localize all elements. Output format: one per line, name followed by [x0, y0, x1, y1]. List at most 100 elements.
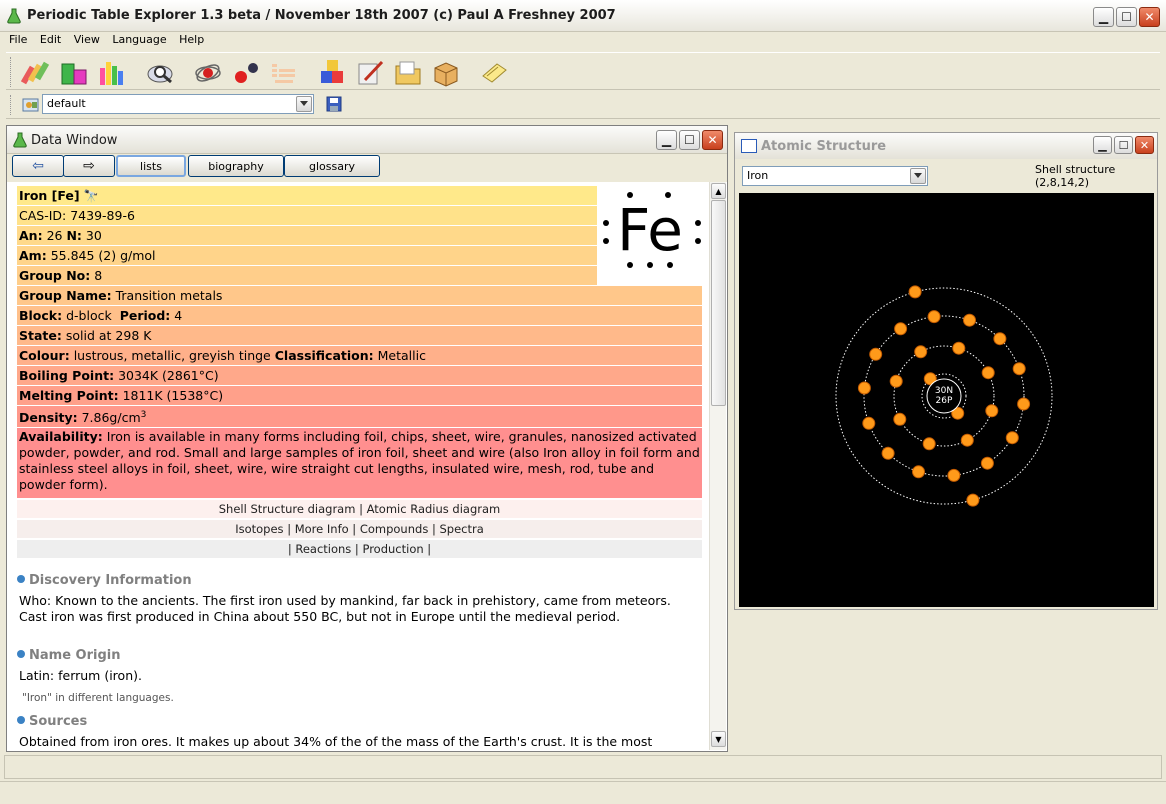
notes-icon[interactable] [478, 57, 510, 89]
main-toolbar [6, 52, 1160, 90]
magnifier-icon[interactable] [144, 57, 176, 89]
data-window: Data Window ▁ ☐ ✕ ⇦ ⇨ lists biography gl… [6, 125, 728, 752]
tab-glossary[interactable]: glossary [284, 155, 380, 177]
reaction-links[interactable]: | Reactions | Production | [17, 540, 702, 558]
flask-icon [7, 8, 21, 24]
molecule-icon[interactable] [230, 57, 262, 89]
save-icon[interactable] [326, 96, 342, 112]
an-value: 26 [46, 228, 63, 243]
close-button[interactable]: ✕ [1139, 7, 1160, 27]
write-icon[interactable] [354, 57, 386, 89]
profile-grip[interactable] [10, 95, 13, 115]
atomic-structure-window: Atomic Structure ▁ ☐ ✕ Iron Shell struct… [734, 132, 1158, 610]
minimize-button[interactable]: ▁ [1093, 7, 1114, 27]
electron [966, 493, 980, 507]
am-label: Am: [19, 248, 47, 263]
state-row: State: solid at 298 K [17, 326, 702, 345]
back-button[interactable]: ⇦ [12, 155, 64, 177]
box-icon[interactable] [430, 57, 462, 89]
forward-button[interactable]: ⇨ [63, 155, 115, 177]
tab-biography[interactable]: biography [188, 155, 284, 177]
chevron-down-icon[interactable] [910, 168, 926, 184]
colour-value: lustrous, metallic, greyish tinge [73, 348, 271, 363]
data-window-nav: ⇦ ⇨ lists biography glossary [7, 154, 727, 182]
arrow-right-icon: ⇨ [83, 158, 95, 174]
profile-select[interactable]: default [42, 94, 314, 114]
cubes-icon[interactable] [316, 57, 348, 89]
data-window-minimize-button[interactable]: ▁ [656, 130, 677, 150]
pencils-icon[interactable] [20, 57, 52, 89]
menu-bar: File Edit View Language Help [0, 32, 1166, 50]
bullet-icon [17, 575, 25, 583]
maximize-icon: ☐ [1121, 10, 1132, 24]
data-window-maximize-button[interactable]: ☐ [679, 130, 700, 150]
name-languages-link[interactable]: "Iron" in different languages. [22, 692, 174, 704]
electron [908, 285, 922, 299]
atomic-close-button[interactable]: ✕ [1135, 136, 1154, 154]
bullet-icon [17, 650, 25, 658]
atomic-maximize-button[interactable]: ☐ [1114, 136, 1133, 154]
toolbar-grip[interactable] [10, 57, 13, 87]
state-label: State: [19, 328, 62, 343]
electron [914, 345, 928, 359]
electron [993, 332, 1007, 346]
blocks-icon[interactable] [58, 57, 90, 89]
cas-id-value: CAS-ID: 7439-89-6 [19, 208, 135, 223]
am-value: 55.845 (2) g/mol [50, 248, 156, 263]
flask-icon [13, 132, 27, 148]
app-title: Periodic Table Explorer 1.3 beta / Novem… [27, 8, 616, 23]
electron [963, 313, 976, 327]
menu-file[interactable]: File [9, 32, 27, 46]
melting-point-row: Melting Point: 1811K (1538°C) [17, 386, 702, 405]
sources-heading: Sources [17, 714, 87, 729]
chevron-up-icon: ▲ [715, 186, 722, 196]
status-bar [0, 781, 1166, 804]
classification-value: Metallic [377, 348, 426, 363]
binoculars-icon[interactable]: 🔭 [84, 189, 99, 203]
group-name-label: Group Name: [19, 288, 112, 303]
electron [1005, 431, 1019, 445]
vertical-scrollbar[interactable]: ▲ ▼ [709, 182, 726, 750]
atomic-minimize-button[interactable]: ▁ [1093, 136, 1112, 154]
bar-chart-icon[interactable] [96, 57, 128, 89]
scroll-thumb[interactable] [711, 200, 726, 406]
electron [1017, 397, 1031, 411]
electron [862, 416, 876, 430]
chevron-down-icon[interactable] [296, 96, 312, 112]
scroll-down-button[interactable]: ▼ [711, 731, 726, 747]
element-select[interactable]: Iron [742, 166, 928, 186]
tab-lists[interactable]: lists [116, 155, 186, 177]
density-row: Density: 7.86g/cm3 [17, 406, 702, 427]
name-origin-text: Latin: ferrum (iron). [19, 668, 142, 683]
menu-view[interactable]: View [74, 32, 100, 46]
an-label: An: [19, 228, 43, 243]
electron [881, 446, 895, 460]
table-icon[interactable] [268, 57, 300, 89]
valence-dot [665, 192, 671, 198]
menu-language[interactable]: Language [112, 32, 166, 46]
data-window-close-button[interactable]: ✕ [702, 130, 723, 150]
electron [869, 347, 883, 361]
data-window-title: Data Window [31, 133, 118, 148]
diagram-links[interactable]: Shell Structure diagram | Atomic Radius … [17, 500, 702, 518]
electron [981, 366, 995, 380]
maximize-button[interactable]: ☐ [1116, 7, 1137, 27]
electron [1012, 362, 1026, 376]
element-select-value: Iron [747, 169, 769, 182]
colour-label: Colour: [19, 348, 70, 363]
chevron-down-icon: ▼ [715, 734, 722, 744]
folder-icon[interactable] [392, 57, 424, 89]
info-links[interactable]: Isotopes | More Info | Compounds | Spect… [17, 520, 702, 538]
profile-bar: default [6, 91, 1160, 119]
sources-heading-text: Sources [29, 714, 88, 729]
minimize-icon: ▁ [1098, 138, 1107, 152]
atom-icon[interactable] [192, 57, 224, 89]
electron [857, 381, 871, 395]
menu-help[interactable]: Help [179, 32, 204, 46]
classification-label: Classification: [274, 348, 374, 363]
maximize-icon: ☐ [1118, 138, 1129, 152]
element-symbol: Fe [617, 196, 683, 264]
electron [952, 341, 966, 355]
menu-edit[interactable]: Edit [40, 32, 61, 46]
scroll-up-button[interactable]: ▲ [711, 183, 726, 199]
